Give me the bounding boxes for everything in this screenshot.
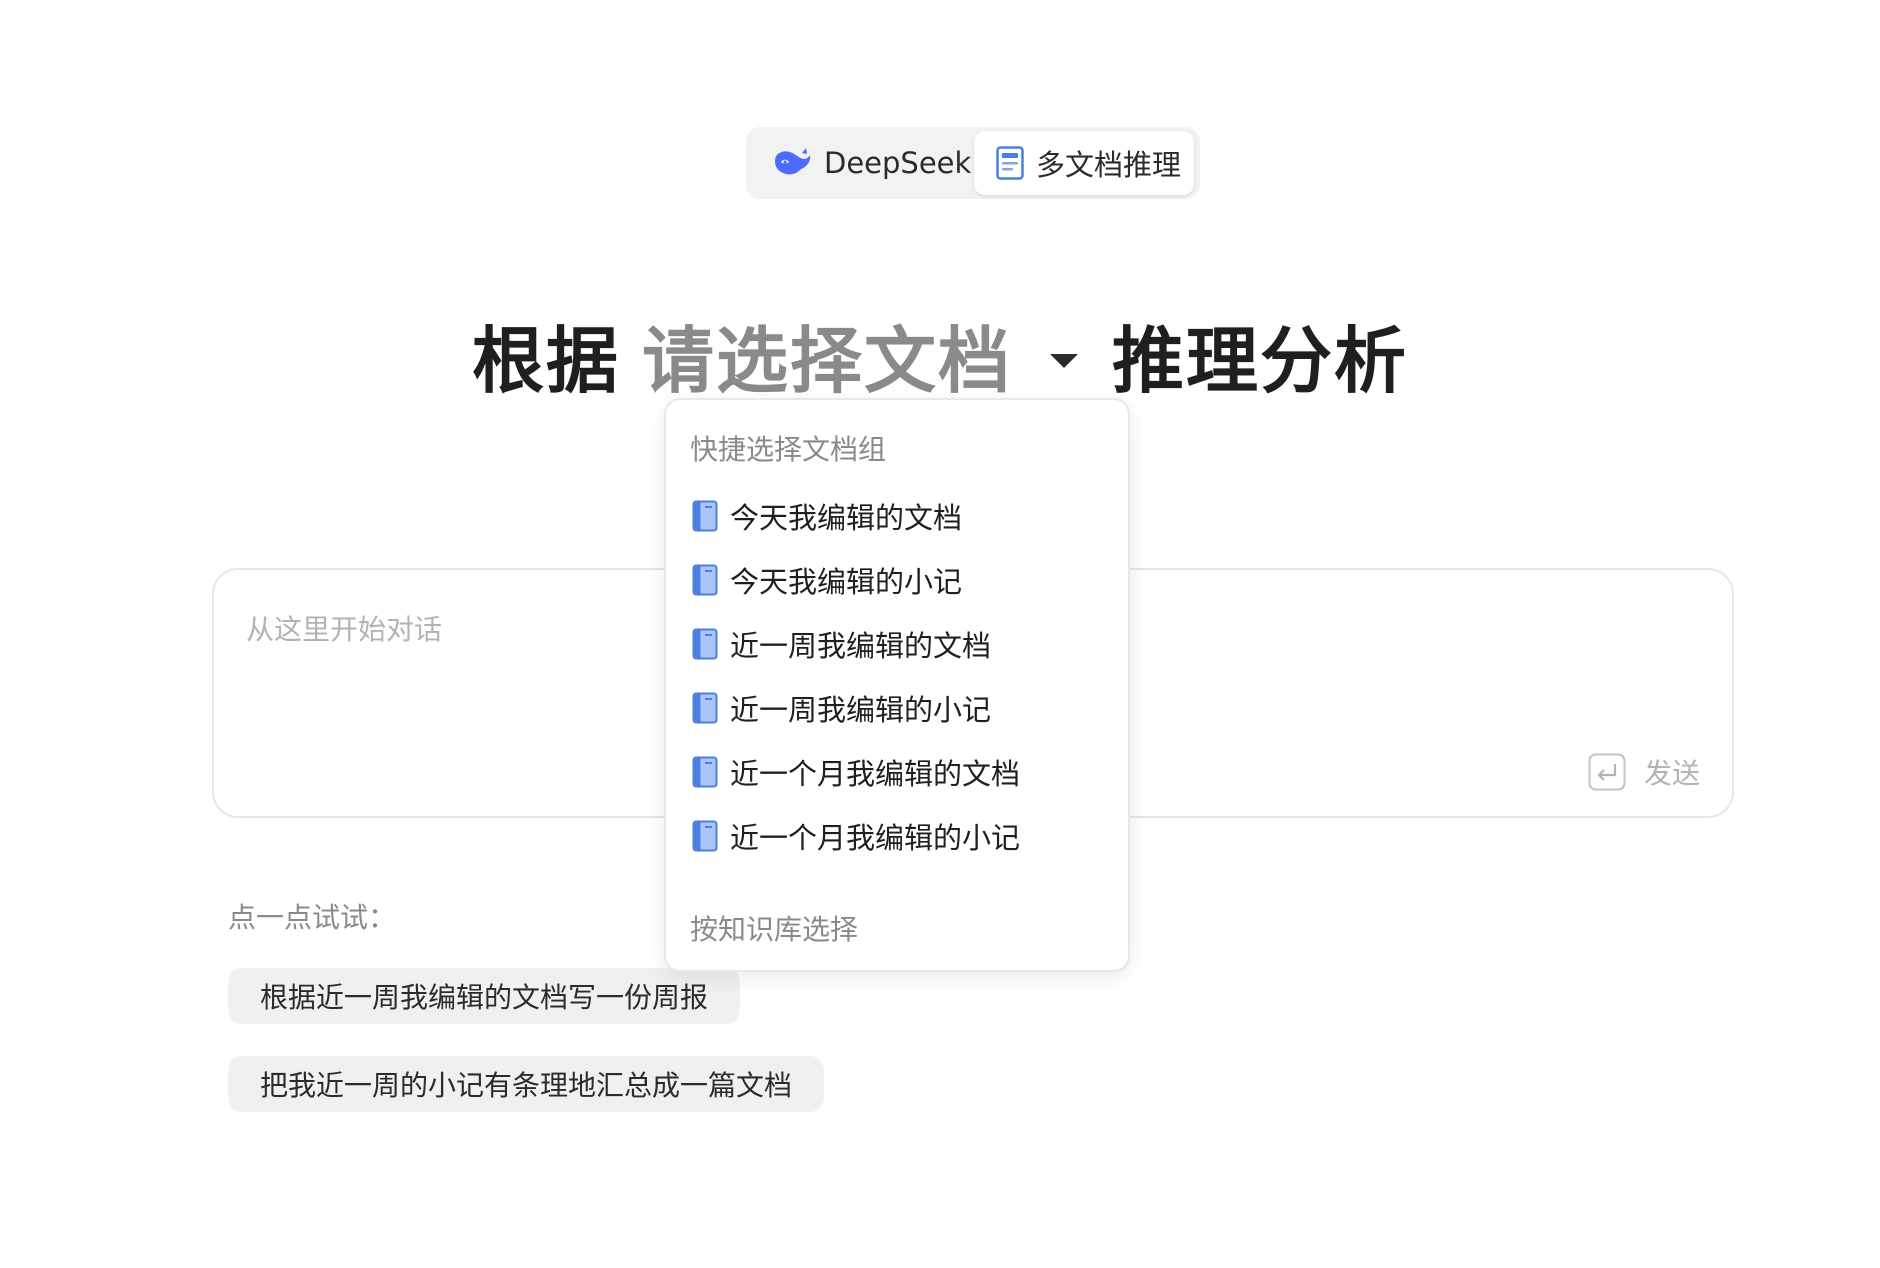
whale-icon [772, 147, 812, 179]
dropdown-item-label: 近一个月我编辑的小记 [730, 821, 1021, 855]
page: DeepSeek 多文档推理 根据 请选择文档 推理分析 从这里开始对话 发送 … [0, 0, 1880, 1268]
mode-switch: DeepSeek 多文档推理 [746, 127, 1200, 199]
send-button[interactable]: 发送 [1588, 752, 1700, 792]
book-icon [692, 820, 718, 852]
headline-suffix: 推理分析 [1112, 319, 1409, 403]
dropdown-item-label: 近一周我编辑的小记 [730, 693, 992, 727]
enter-key-icon [1588, 753, 1626, 791]
book-icon [692, 500, 718, 532]
tab-deepseek[interactable]: DeepSeek [772, 131, 972, 195]
dropdown-item[interactable]: 近一周我编辑的文档 [692, 620, 991, 668]
document-icon [996, 146, 1024, 180]
book-icon [692, 692, 718, 724]
dropdown-section-knowledge-base[interactable]: 按知识库选择 [690, 908, 858, 948]
dropdown-item[interactable]: 近一周我编辑的小记 [692, 684, 991, 732]
dropdown-item-label: 近一周我编辑的文档 [730, 629, 992, 663]
dropdown-item[interactable]: 近一个月我编辑的文档 [692, 748, 1020, 796]
caret-down-icon[interactable] [1050, 354, 1078, 368]
suggestions-label: 点一点试试： [228, 901, 397, 934]
headline-prefix: 根据 [471, 319, 620, 403]
dropdown-section-quick-select: 快捷选择文档组 [690, 433, 887, 466]
headline: 根据 请选择文档 推理分析 [0, 318, 1880, 404]
tab-multi-doc-label: 多文档推理 [1036, 148, 1182, 182]
document-select-placeholder: 请选择文档 [641, 319, 1012, 403]
dropdown-item-label: 近一个月我编辑的文档 [730, 757, 1021, 791]
chat-input-placeholder[interactable]: 从这里开始对话 [246, 608, 442, 648]
tab-deepseek-label: DeepSeek [824, 146, 972, 180]
dropdown-item[interactable]: 今天我编辑的文档 [692, 492, 962, 540]
dropdown-item-label: 今天我编辑的文档 [730, 501, 963, 535]
dropdown-item[interactable]: 近一个月我编辑的小记 [692, 812, 1020, 860]
document-select[interactable]: 请选择文档 [642, 318, 1112, 404]
document-group-dropdown: 快捷选择文档组 今天我编辑的文档 今天我编辑的小记 近一周我编辑的文档 近一周我… [664, 398, 1130, 972]
book-icon [692, 628, 718, 660]
book-icon [692, 756, 718, 788]
suggestion-chip[interactable]: 根据近一周我编辑的文档写一份周报 [228, 968, 741, 1024]
dropdown-item-label: 今天我编辑的小记 [730, 565, 963, 599]
suggestion-chip[interactable]: 把我近一周的小记有条理地汇总成一篇文档 [228, 1056, 825, 1112]
book-icon [692, 564, 718, 596]
send-label: 发送 [1643, 757, 1700, 790]
dropdown-item[interactable]: 今天我编辑的小记 [692, 556, 962, 604]
tab-multi-doc-reasoning[interactable]: 多文档推理 [974, 131, 1194, 195]
